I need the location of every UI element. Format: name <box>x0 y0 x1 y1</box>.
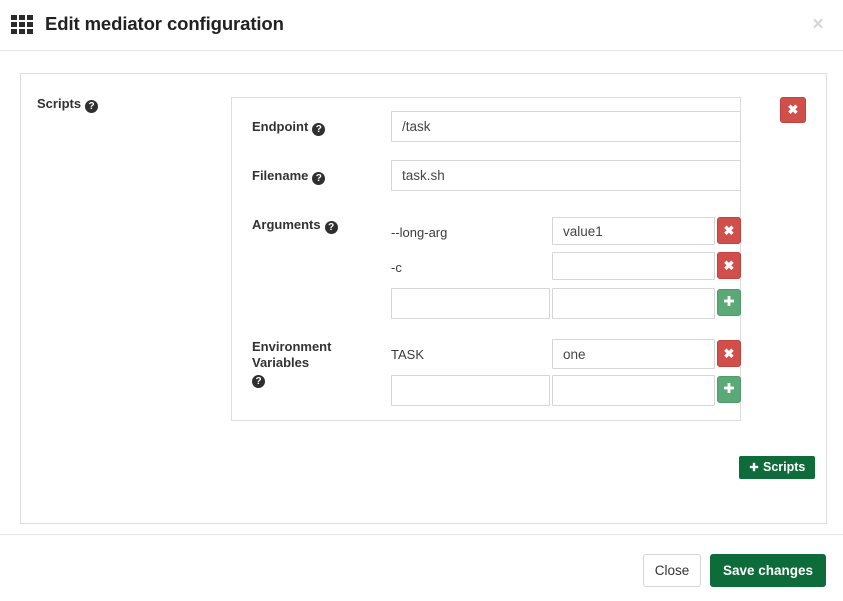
arguments-help-icon[interactable]: ? <box>324 221 338 234</box>
endpoint-help-icon[interactable]: ? <box>312 123 326 136</box>
apps-grid-icon <box>11 15 33 36</box>
remove-argument-button[interactable]: ✖ <box>717 217 741 244</box>
argument-value-input[interactable] <box>552 217 715 245</box>
remove-argument-button[interactable]: ✖ <box>717 252 741 279</box>
add-environment-variable-button[interactable] <box>717 376 741 403</box>
plus-icon <box>724 383 734 393</box>
argument-value-input[interactable] <box>552 252 715 280</box>
plus-icon <box>724 296 734 306</box>
modal-header: Edit mediator configuration × <box>0 0 843 51</box>
environment-variables-label: Environment Variables ? <box>252 339 372 388</box>
filename-label: Filename? <box>252 168 372 185</box>
argument-key: --long-arg <box>391 225 448 240</box>
script-fields-panel: Endpoint? Filename? Arguments? --long-ar… <box>231 97 741 421</box>
new-environment-variable-value-input[interactable] <box>552 375 715 406</box>
new-argument-key-input[interactable] <box>391 288 550 319</box>
close-icon[interactable]: × <box>805 12 831 38</box>
remove-environment-variable-button[interactable]: ✖ <box>717 340 741 367</box>
filename-help-icon[interactable]: ? <box>312 172 326 185</box>
plus-icon <box>749 462 759 472</box>
endpoint-input[interactable] <box>391 111 741 142</box>
scripts-help-icon[interactable]: ? <box>85 100 99 113</box>
save-changes-button[interactable]: Save changes <box>710 554 826 587</box>
close-button[interactable]: Close <box>643 554 701 587</box>
scripts-label-text: Scripts <box>37 96 82 111</box>
delete-script-button[interactable]: ✖ <box>780 97 806 123</box>
filename-input[interactable] <box>391 160 741 191</box>
add-argument-button[interactable] <box>717 289 741 316</box>
environment-variables-label-line2: Variables <box>252 355 310 370</box>
environment-variables-help-icon[interactable]: ? <box>252 375 265 388</box>
argument-key: -c <box>391 260 402 275</box>
filename-label-text: Filename <box>252 168 309 183</box>
environment-variable-value-input[interactable] <box>552 339 715 369</box>
add-scripts-button[interactable]: Scripts <box>739 456 816 479</box>
new-argument-value-input[interactable] <box>552 288 715 319</box>
scripts-section-label: Scripts? <box>37 96 99 113</box>
modal-body: Scripts? ✖ Endpoint? Filename? Arguments… <box>0 51 843 534</box>
modal-footer: Close Save changes <box>0 534 843 601</box>
arguments-label: Arguments? <box>252 217 372 234</box>
environment-variable-key: TASK <box>391 347 424 362</box>
scripts-panel: Scripts? ✖ Endpoint? Filename? Arguments… <box>20 73 827 524</box>
add-scripts-label: Scripts <box>763 460 806 474</box>
endpoint-label-text: Endpoint <box>252 119 309 134</box>
modal-title: Edit mediator configuration <box>45 13 284 34</box>
environment-variables-label-line1: Environment <box>252 339 332 354</box>
arguments-label-text: Arguments <box>252 217 321 232</box>
endpoint-label: Endpoint? <box>252 119 372 136</box>
new-environment-variable-key-input[interactable] <box>391 375 550 406</box>
